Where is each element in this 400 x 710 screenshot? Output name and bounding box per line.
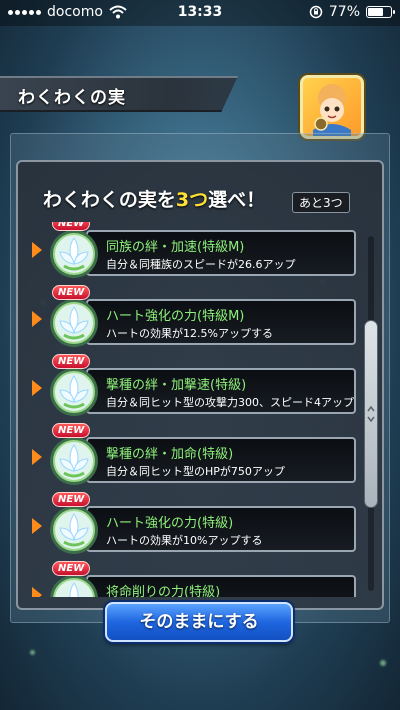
list-item[interactable]: 同族の絆・加速(特級M) 自分＆同種族のスピードが26.6アップ NEW	[30, 222, 360, 278]
grip-icon	[367, 405, 375, 423]
list-item[interactable]: ハート強化の力(特級M) ハートの効果が12.5%アップする NEW	[30, 285, 360, 347]
remaining-badge: あと3つ	[292, 192, 350, 213]
new-badge: NEW	[52, 285, 91, 300]
item-card[interactable]: ハート強化の力(特級) ハートの効果が10%アップする	[86, 506, 356, 552]
character-portrait-icon	[313, 84, 351, 136]
item-description: ハートの効果が10%アップする	[106, 534, 263, 547]
list-item[interactable]: 撃種の絆・加撃速(特級) 自分＆同ヒット型の攻撃力300、スピード4アップ NE…	[30, 354, 360, 416]
new-badge: NEW	[52, 492, 91, 507]
list-item[interactable]: 将命削りの力(特級) NEW	[30, 561, 360, 597]
battery-percent: 77%	[328, 4, 360, 20]
prompt-text-before: わくわくの実を	[42, 189, 176, 211]
item-description: 自分＆同ヒット型の攻撃力300、スピード4アップ	[106, 396, 354, 409]
status-bar: docomo 13:33 77%	[0, 0, 400, 26]
item-title: 将命削りの力(特級)	[106, 585, 221, 597]
new-badge: NEW	[52, 354, 91, 369]
prompt-count: 3つ	[175, 189, 209, 211]
item-title: ハート強化の力(特級M)	[106, 309, 245, 324]
item-title: 撃種の絆・加撃速(特級)	[106, 378, 247, 393]
new-badge: NEW	[52, 423, 91, 438]
background-glow	[380, 660, 386, 666]
item-card[interactable]: 将命削りの力(特級)	[86, 575, 356, 597]
item-title: 同族の絆・加速(特級M)	[106, 240, 245, 255]
item-title: 撃種の絆・加命(特級)	[106, 447, 234, 462]
arrow-right-icon	[32, 587, 42, 597]
lotus-fruit-icon	[50, 437, 98, 485]
item-card[interactable]: 同族の絆・加速(特級M) 自分＆同種族のスピードが26.6アップ	[86, 230, 356, 276]
list-item[interactable]: 撃種の絆・加命(特級) 自分＆同ヒット型のHPが750アップ NEW	[30, 423, 360, 485]
arrow-right-icon	[32, 518, 42, 534]
list-item[interactable]: ハート強化の力(特級) ハートの効果が10%アップする NEW	[30, 492, 360, 554]
lotus-fruit-icon	[50, 368, 98, 416]
arrow-right-icon	[32, 449, 42, 465]
battery-icon	[366, 6, 395, 18]
background-glow	[30, 650, 35, 655]
lotus-fruit-icon	[50, 506, 98, 554]
item-card[interactable]: 撃種の絆・加撃速(特級) 自分＆同ヒット型の攻撃力300、スピード4アップ	[86, 368, 356, 414]
item-description: 自分＆同種族のスピードが26.6アップ	[106, 258, 296, 271]
battery-fill	[368, 8, 383, 16]
page-title: わくわくの実	[18, 88, 126, 108]
header-banner: わくわくの実	[0, 76, 238, 112]
arrow-right-icon	[32, 380, 42, 396]
scrollbar-thumb[interactable]	[364, 320, 378, 508]
item-card[interactable]: 撃種の絆・加命(特級) 自分＆同ヒット型のHPが750アップ	[86, 437, 356, 483]
fruit-list: 同族の絆・加速(特級M) 自分＆同種族のスピードが26.6アップ NEW ハート…	[30, 222, 360, 597]
item-card[interactable]: ハート強化の力(特級M) ハートの効果が12.5%アップする	[86, 299, 356, 345]
status-right: 77%	[309, 4, 395, 20]
item-title: ハート強化の力(特級)	[106, 516, 234, 531]
avatar[interactable]	[300, 75, 364, 139]
arrow-right-icon	[32, 311, 42, 327]
keep-as-is-button[interactable]: そのままにする	[105, 602, 293, 642]
new-badge: NEW	[52, 561, 91, 576]
rotation-lock-icon	[309, 5, 323, 19]
prompt-text-after: 選べ！	[208, 189, 266, 211]
item-description: ハートの効果が12.5%アップする	[106, 327, 273, 340]
new-badge: NEW	[52, 222, 91, 231]
arrow-right-icon	[32, 242, 42, 258]
item-description: 自分＆同ヒット型のHPが750アップ	[106, 465, 285, 478]
lotus-fruit-icon	[50, 230, 98, 278]
lotus-fruit-icon	[50, 299, 98, 347]
